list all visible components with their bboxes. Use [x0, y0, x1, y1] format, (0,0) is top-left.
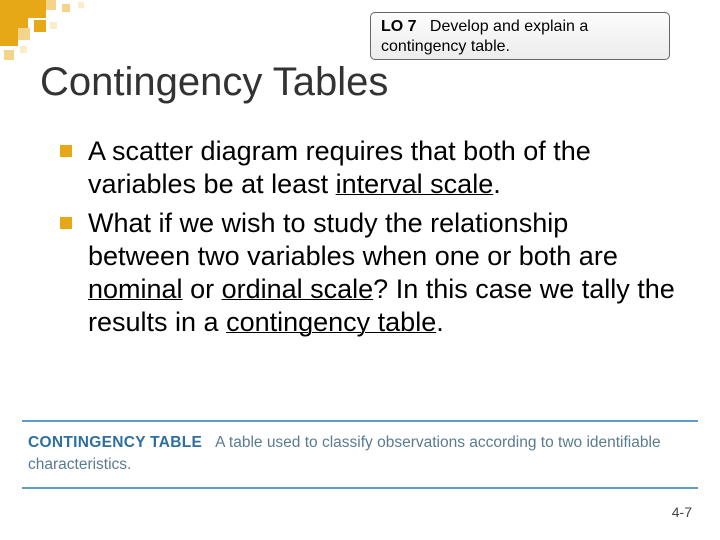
bullet-2-mid: or: [183, 274, 222, 304]
definition-spacer: [206, 434, 215, 451]
bullet-2: What if we wish to study the relationshi…: [60, 207, 675, 339]
bullet-2-u2: ordinal scale: [222, 274, 374, 304]
bullet-square-icon: [60, 145, 72, 157]
body-text: A scatter diagram requires that both of …: [60, 135, 675, 345]
lo-label: LO 7: [381, 18, 417, 35]
bullet-2-u1: nominal: [88, 274, 183, 304]
bullet-square-icon: [60, 217, 72, 229]
lo-text: [421, 18, 430, 35]
bullet-2-u3: contingency table: [226, 307, 436, 337]
bullet-1-text-post: .: [493, 169, 501, 199]
bullet-1: A scatter diagram requires that both of …: [60, 135, 675, 201]
definition-term: CONTINGENCY TABLE: [28, 434, 202, 451]
bullet-2-a: What if we wish to study the relationshi…: [88, 208, 618, 271]
bullet-1-underline: interval scale: [336, 169, 494, 199]
slide: LO 7 Develop and explain a contingency t…: [0, 0, 720, 540]
page-title: Contingency Tables: [40, 60, 388, 105]
definition-box: CONTINGENCY TABLE A table used to classi…: [22, 420, 698, 489]
bullet-2-end: .: [436, 307, 444, 337]
slide-number: 4-7: [672, 504, 692, 520]
learning-objective-box: LO 7 Develop and explain a contingency t…: [370, 12, 670, 60]
